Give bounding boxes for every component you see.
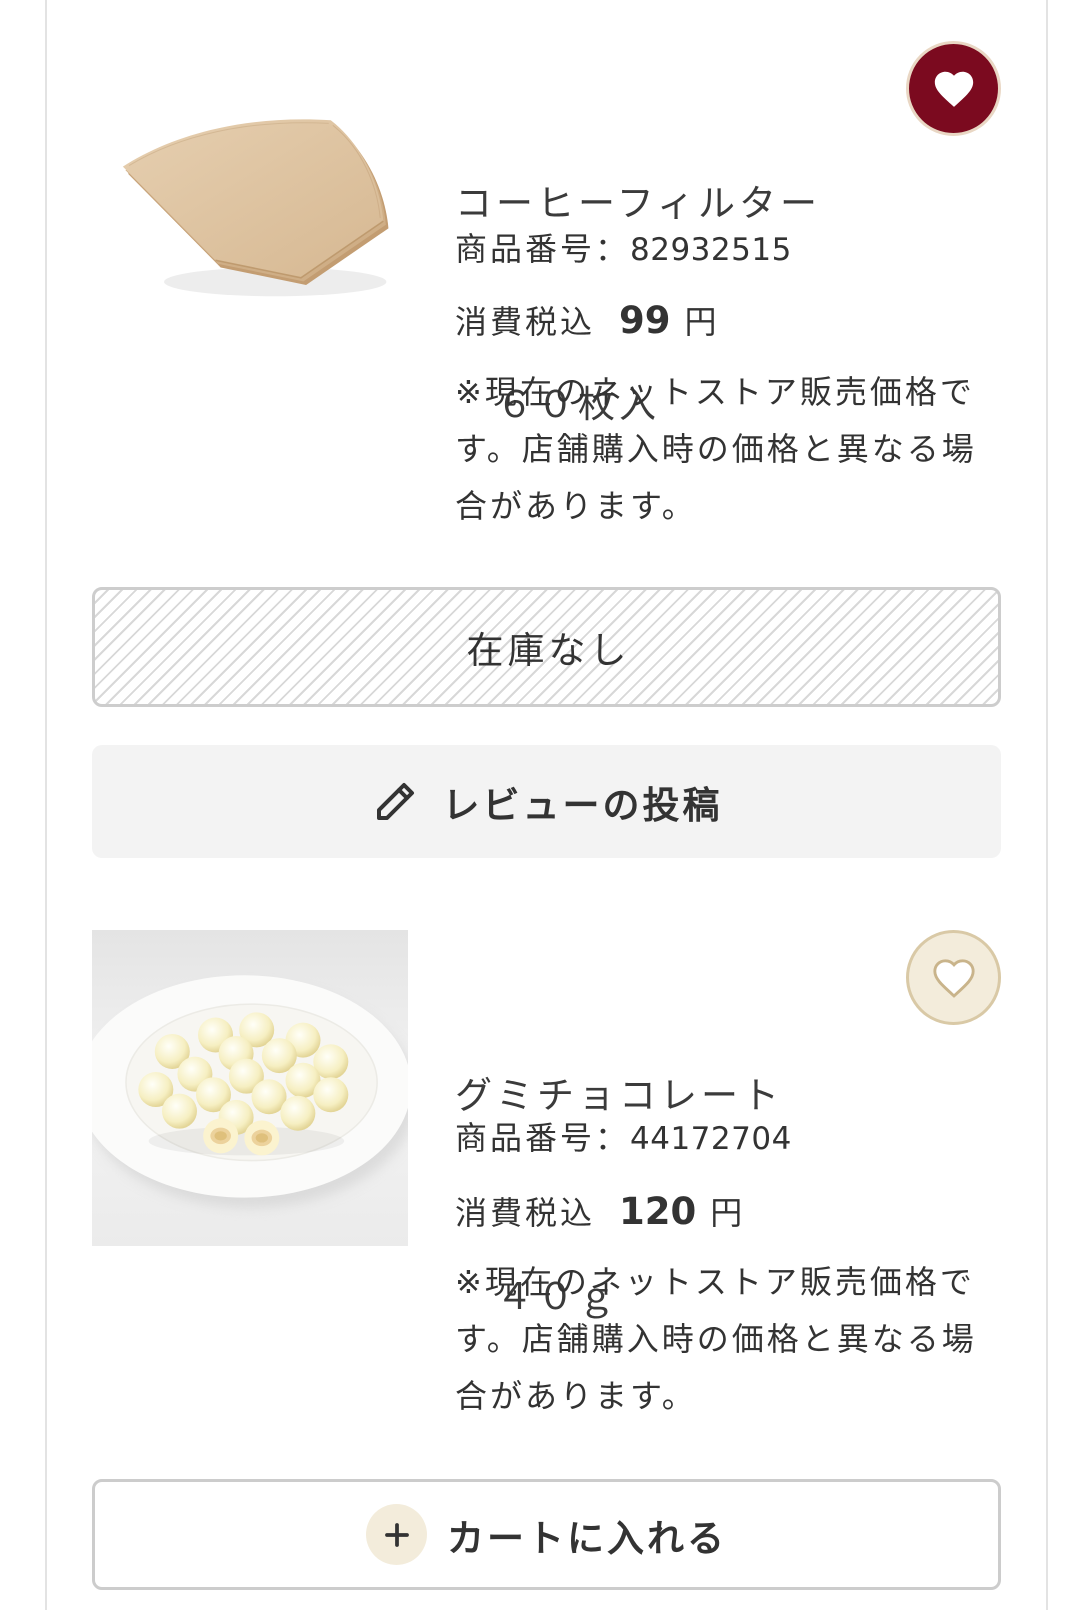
product-number-value: 82932515 xyxy=(630,232,792,268)
add-to-cart-button[interactable]: カートに入れる xyxy=(92,1479,1001,1590)
product-number-value: 44172704 xyxy=(630,1121,792,1157)
favorite-button[interactable] xyxy=(906,930,1001,1025)
plus-icon xyxy=(366,1504,427,1565)
product-image[interactable] xyxy=(92,41,408,357)
currency-label: 円 xyxy=(684,303,717,341)
product-number-label: 商品番号： xyxy=(455,1119,631,1157)
price-value: 99 xyxy=(619,299,671,342)
coffee-filter-photo xyxy=(92,41,408,357)
price-note: ※現在のネットストア販売価格です。店舗購入時の価格と異なる場合があります。 xyxy=(455,373,977,525)
product-number: 商品番号： 44172704 xyxy=(455,1113,792,1163)
product-list-page: コーヒーフィルター ６０枚入 商品番号： 82932515 消費税込 99 円 … xyxy=(0,0,1080,1610)
out-of-stock-label: 在庫なし xyxy=(466,629,631,672)
price-value: 120 xyxy=(619,1190,697,1233)
tax-included-label: 消費税込 xyxy=(455,1194,596,1232)
currency-label: 円 xyxy=(710,1194,743,1232)
add-to-cart-label: カートに入れる xyxy=(447,1516,727,1560)
favorite-button[interactable] xyxy=(906,41,1001,136)
pencil-icon xyxy=(376,782,414,820)
product-image[interactable] xyxy=(92,930,408,1246)
out-of-stock-button: 在庫なし xyxy=(92,587,1001,707)
write-review-button[interactable]: レビューの投稿 xyxy=(92,745,1001,858)
heart-icon xyxy=(932,958,975,998)
list-left-border xyxy=(45,0,47,1610)
price-row: 消費税込 99 円 xyxy=(455,296,717,346)
gummy-chocolate-photo xyxy=(92,930,408,1246)
price-note: ※現在のネットストア販売価格です。店舗購入時の価格と異なる場合があります。 xyxy=(455,1263,977,1415)
write-review-label: レビューの投稿 xyxy=(442,783,723,827)
heart-icon xyxy=(934,71,973,107)
list-right-border xyxy=(1046,0,1048,1610)
price-row: 消費税込 120 円 xyxy=(455,1187,742,1237)
product-number-label: 商品番号： xyxy=(455,230,631,268)
tax-included-label: 消費税込 xyxy=(455,303,596,341)
product-number: 商品番号： 82932515 xyxy=(455,224,792,274)
